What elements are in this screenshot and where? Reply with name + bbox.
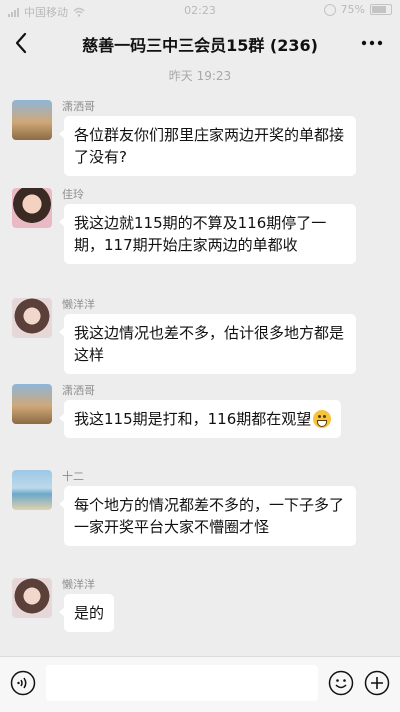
- avatar[interactable]: [12, 470, 52, 510]
- battery-icon: [370, 4, 392, 15]
- sender-name: 懒洋洋: [62, 298, 95, 311]
- avatar[interactable]: [12, 384, 52, 424]
- more-dots-icon[interactable]: [360, 35, 384, 51]
- emoji-icon[interactable]: [328, 670, 354, 696]
- message-text: 我这115期是打和，116期都在观望: [74, 410, 312, 428]
- plus-icon[interactable]: [364, 670, 390, 696]
- status-bar: 中国移动 02:23 75%: [0, 0, 400, 22]
- chevron-left-icon[interactable]: [10, 30, 34, 56]
- avatar[interactable]: [12, 100, 52, 140]
- sender-name: 佳玲: [62, 188, 84, 201]
- battery-label: 75%: [340, 3, 365, 16]
- sender-name: 懒洋洋: [62, 578, 95, 591]
- chat-area[interactable]: 昨天 19:23 潇洒哥 各位群友你们那里庄家两边开奖的单都接了没有? 佳玲 我…: [0, 64, 400, 646]
- message-bubble[interactable]: 各位群友你们那里庄家两边开奖的单都接了没有?: [59, 116, 356, 176]
- input-bar: [0, 656, 400, 712]
- sender-name: 潇洒哥: [62, 100, 95, 113]
- timestamp-divider: 昨天 19:23: [168, 69, 232, 83]
- page-title: 慈善一码三中三会员15群 (236): [82, 36, 318, 55]
- rotation-lock-icon: [323, 3, 336, 16]
- sender-name: 十二: [62, 470, 84, 483]
- voice-icon[interactable]: [10, 670, 36, 696]
- avatar[interactable]: [12, 298, 52, 338]
- avatar[interactable]: [12, 578, 52, 618]
- status-right: 75%: [323, 3, 392, 16]
- message-bubble[interactable]: 每个地方的情况都差不多的，一下子多了一家开奖平台大家不懵圈才怪: [59, 486, 356, 546]
- nav-bar: 慈善一码三中三会员15群 (236): [0, 22, 400, 64]
- avatar[interactable]: [12, 188, 52, 228]
- message-bubble[interactable]: 我这边就115期的不算及116期停了一期，117期开始庄家两边的单都收: [59, 204, 356, 264]
- message-bubble[interactable]: 我这边情况也差不多，估计很多地方都是这样: [59, 314, 356, 374]
- sender-name: 潇洒哥: [62, 384, 95, 397]
- message-bubble[interactable]: 我这115期是打和，116期都在观望: [58, 400, 342, 438]
- grin-emoji-icon: [313, 410, 332, 428]
- message-bubble[interactable]: 是的: [58, 594, 115, 632]
- message-input[interactable]: [46, 665, 318, 701]
